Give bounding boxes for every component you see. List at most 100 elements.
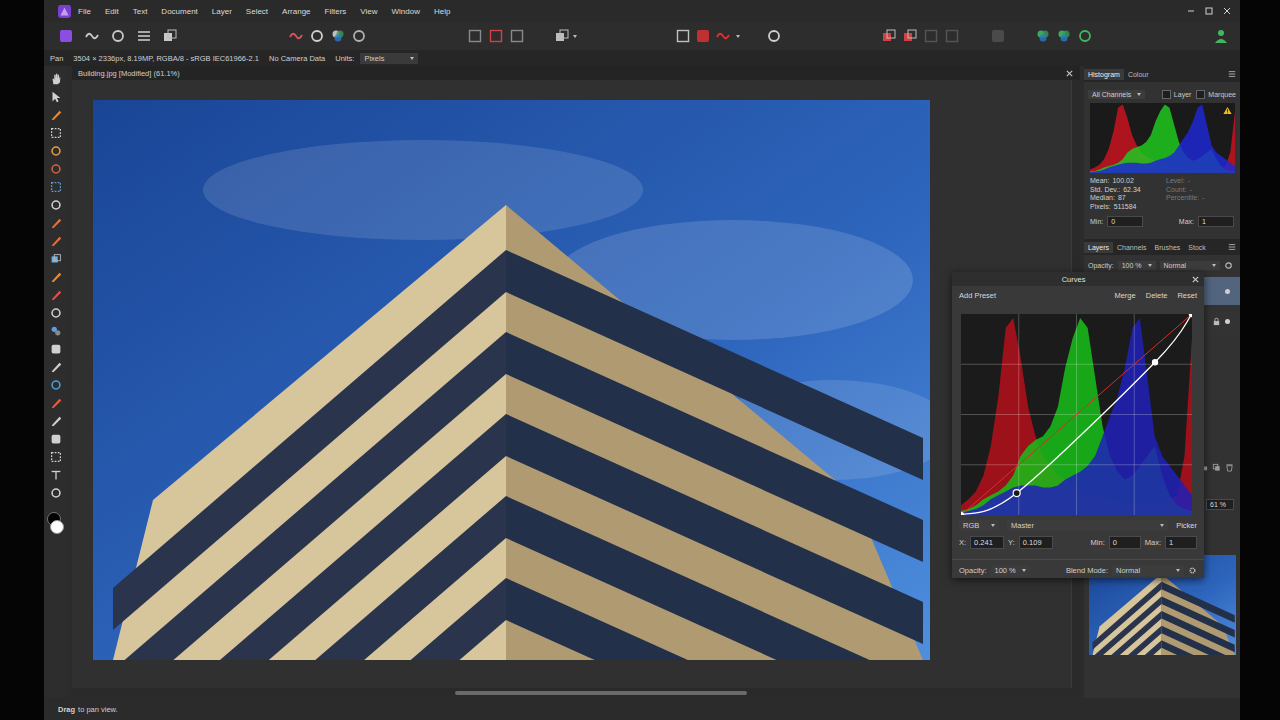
lock-icon[interactable] [1212,317,1221,326]
tool-1-icon[interactable] [49,90,63,104]
tool-2-icon[interactable] [49,108,63,122]
curves-action-button[interactable]: Delete [1146,291,1168,300]
menu-item[interactable]: Filters [318,7,354,16]
panel-tab[interactable]: Colour [1124,69,1153,80]
curves-max-field[interactable]: 1 [1165,536,1197,549]
curve-point[interactable] [961,512,964,515]
menu-item[interactable]: Help [427,7,457,16]
curves-action-button[interactable]: Reset [1177,291,1197,300]
panel-menu-icon[interactable] [1228,70,1236,78]
curve-point[interactable] [1189,314,1192,317]
tool-10-icon[interactable] [49,252,63,266]
invert-selection-icon[interactable] [509,28,525,44]
menu-item[interactable]: Edit [98,7,126,16]
auto-colour-icon[interactable] [330,28,346,44]
curves-opacity-dropdown[interactable]: 100 % [991,565,1030,576]
visibility-dot[interactable] [1225,319,1230,324]
tool-4-icon[interactable] [49,144,63,158]
tool-22-icon[interactable] [49,468,63,482]
y-field[interactable]: 0.109 [1019,536,1053,549]
secondary-colour-swatch[interactable] [50,520,64,534]
layer-opacity-dropdown[interactable]: 100 % [1118,261,1156,270]
tool-20-icon[interactable] [49,432,63,446]
curves-title-bar[interactable]: Curves [952,272,1204,286]
curves-dialog[interactable]: Curves Add Preset Merge Delete Reset RGB Maste… [952,272,1204,578]
close-window-icon[interactable] [1222,6,1232,16]
menu-item[interactable]: Window [385,7,427,16]
dropdown-caret-icon[interactable] [736,35,740,38]
canvas[interactable] [72,80,1071,688]
tone-mapping-persona-icon[interactable] [136,28,152,44]
menu-item[interactable]: Document [154,7,204,16]
tool-6-icon[interactable] [49,180,63,194]
assistant-icon[interactable] [766,28,782,44]
menu-item[interactable]: View [353,7,384,16]
x-field[interactable]: 0.241 [970,536,1004,549]
tool-18-icon[interactable] [49,396,63,410]
units-dropdown[interactable]: Pixels [360,53,418,64]
tool-0-icon[interactable] [49,72,63,86]
panel-menu-icon[interactable] [1228,243,1236,251]
histogram-option-checkbox[interactable]: Marquee [1196,90,1236,99]
quick-mask-icon[interactable] [554,28,570,44]
sync-icon[interactable] [1077,28,1093,44]
colour-swatches[interactable] [47,512,65,534]
deselect-icon[interactable] [488,28,504,44]
max-field[interactable]: 1 [1198,216,1234,227]
tool-16-icon[interactable] [49,360,63,374]
tone-curve[interactable] [961,314,1192,515]
tool-9-icon[interactable] [49,234,63,248]
snapping-icon[interactable] [715,28,731,44]
panel-tab[interactable]: Layers [1084,242,1113,253]
menu-item[interactable]: Select [239,7,275,16]
add-preset-button[interactable]: Add Preset [959,291,996,300]
develop-persona-icon[interactable] [110,28,126,44]
panel-tab[interactable]: Brushes [1151,242,1185,253]
tool-23-icon[interactable] [49,486,63,500]
tool-8-icon[interactable] [49,216,63,230]
transform-icon[interactable] [675,28,691,44]
select-all-icon[interactable] [467,28,483,44]
menu-item[interactable]: Arrange [275,7,317,16]
affinity-photo-logo-icon[interactable] [58,5,71,18]
tool-21-icon[interactable] [49,450,63,464]
minimize-icon[interactable] [1186,6,1196,16]
min-field[interactable]: 0 [1107,216,1143,227]
dropdown-caret-icon[interactable] [573,35,577,38]
share-icon[interactable] [1035,28,1051,44]
histogram-option-checkbox[interactable]: Layer [1162,90,1192,99]
align-right-icon[interactable] [923,28,939,44]
curves-graph[interactable] [961,314,1192,515]
align-justify-icon[interactable] [944,28,960,44]
blend-settings-gear-icon[interactable] [1188,566,1197,575]
channel-dropdown[interactable]: Master [1007,520,1168,531]
curves-min-field[interactable]: 0 [1109,536,1141,549]
curve-point[interactable] [1013,490,1020,497]
liquify-persona-icon[interactable] [84,28,100,44]
tool-15-icon[interactable] [49,342,63,356]
auto-levels-icon[interactable] [288,28,304,44]
panel-tab[interactable]: Channels [1113,242,1151,253]
tool-12-icon[interactable] [49,288,63,302]
photo-persona-icon[interactable] [58,28,74,44]
scrollbar-thumb[interactable] [455,691,747,695]
export-persona-icon[interactable] [162,28,178,44]
close-dialog-icon[interactable] [1191,275,1200,284]
duplicate-layer-icon[interactable] [1212,463,1221,472]
colour-space-dropdown[interactable]: RGB [959,520,999,531]
horizontal-scrollbar[interactable] [72,688,1080,698]
team-icon[interactable] [1056,28,1072,44]
auto-white-balance-icon[interactable] [351,28,367,44]
account-icon[interactable] [1213,28,1229,44]
tool-17-icon[interactable] [49,378,63,392]
tool-11-icon[interactable] [49,270,63,284]
panel-tab[interactable]: Stock [1184,242,1210,253]
tool-3-icon[interactable] [49,126,63,140]
curves-action-button[interactable]: Merge [1114,291,1135,300]
visibility-dot[interactable] [1225,289,1230,294]
curves-plot[interactable] [961,314,1192,515]
tool-19-icon[interactable] [49,414,63,428]
tool-14-icon[interactable] [49,324,63,338]
layer-settings-icon[interactable] [1224,261,1233,270]
close-document-icon[interactable] [1065,69,1074,78]
